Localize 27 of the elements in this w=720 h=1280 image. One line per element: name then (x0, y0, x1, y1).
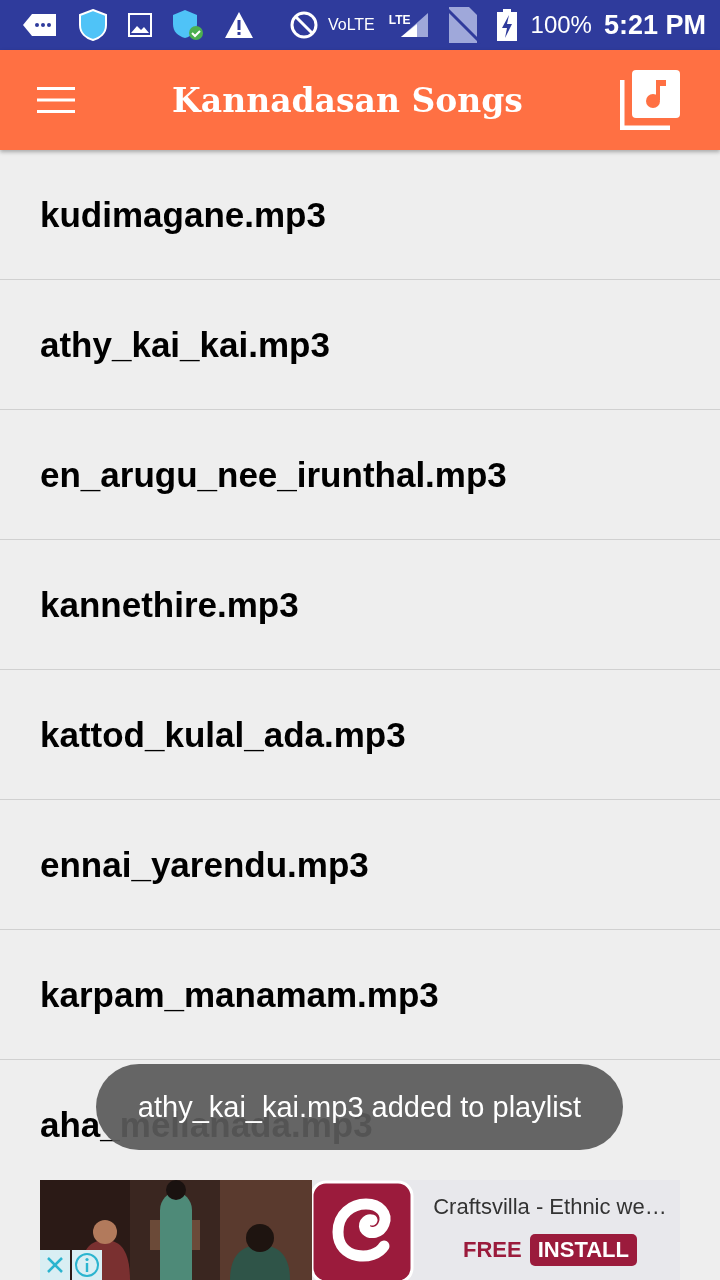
ad-title: Craftsvilla - Ethnic we… (433, 1194, 667, 1220)
lte-label: LTE (388, 13, 411, 27)
clock: 5:21 PM (603, 9, 706, 41)
song-item[interactable]: kattod_kulal_ada.mp3 (0, 670, 720, 800)
song-item[interactable]: kannethire.mp3 (0, 540, 720, 670)
music-library-icon[interactable] (620, 70, 680, 130)
app-title: Kannadasan Songs (171, 80, 524, 120)
menu-icon[interactable] (37, 87, 75, 113)
price-label: FREE (463, 1237, 522, 1263)
battery-charging-icon (496, 9, 517, 41)
shield-icon (78, 9, 108, 41)
song-item[interactable]: kudimagane.mp3 (0, 150, 720, 280)
app-logo-icon (310, 1180, 414, 1280)
chat-icon (22, 12, 58, 38)
warning-icon (224, 11, 254, 39)
song-item[interactable]: karpam_manamam.mp3 (0, 930, 720, 1060)
info-icon[interactable] (72, 1250, 102, 1280)
blocked-icon (289, 11, 318, 39)
battery-percent: 100% (530, 11, 592, 39)
shield-check-icon (172, 9, 204, 41)
image-icon (128, 13, 152, 37)
volte-label: VoLTE (327, 16, 375, 34)
close-icon[interactable] (40, 1250, 70, 1280)
song-item[interactable]: ennai_yarendu.mp3 (0, 800, 720, 930)
song-item[interactable]: athy_kai_kai.mp3 (0, 280, 720, 410)
song-item[interactable]: en_arugu_nee_irunthal.mp3 (0, 410, 720, 540)
install-button[interactable]: INSTALL (529, 1234, 637, 1266)
